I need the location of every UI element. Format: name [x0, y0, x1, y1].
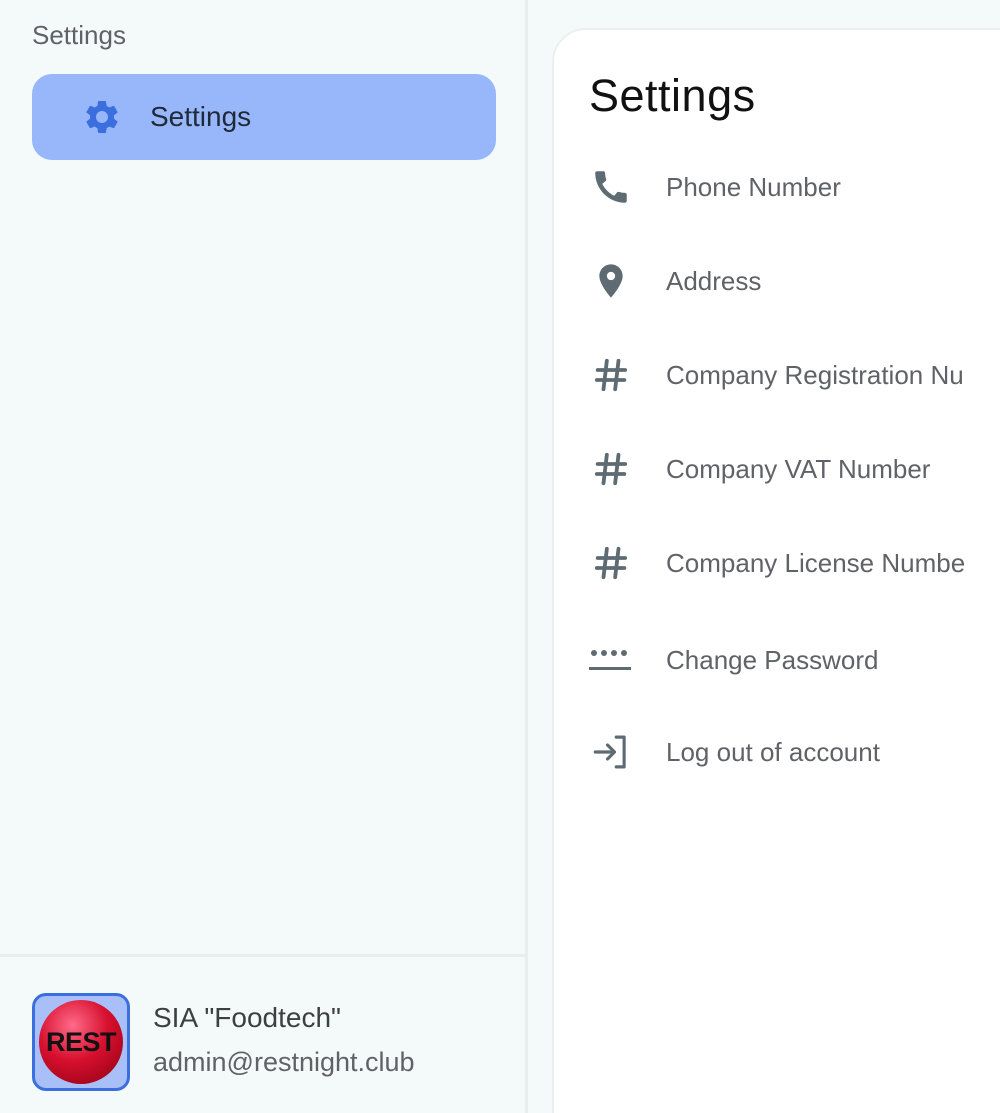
sidebar-heading: Settings	[32, 20, 126, 50]
hash-icon	[589, 353, 633, 397]
location-pin-icon	[589, 259, 633, 303]
gear-icon	[82, 97, 122, 137]
phone-icon	[589, 165, 633, 209]
settings-row-label: Company Registration Nu	[666, 359, 964, 390]
settings-row-logout[interactable]: Log out of account	[589, 722, 1000, 782]
settings-row-label: Log out of account	[666, 736, 880, 767]
settings-panel: Settings Phone Number Address Company Re…	[552, 28, 1000, 1113]
app: Settings Settings REST SIA "Foodtech" ad…	[0, 0, 1000, 1113]
account-email: admin@restnight.club	[153, 1047, 415, 1077]
settings-row-phone-number[interactable]: Phone Number	[589, 157, 1000, 217]
settings-row-label: Change Password	[666, 644, 879, 675]
settings-row-registration-number[interactable]: Company Registration Nu	[589, 345, 1000, 405]
avatar[interactable]: REST	[32, 993, 130, 1091]
organization-name: SIA "Foodtech"	[153, 1002, 341, 1033]
settings-row-label: Address	[666, 265, 762, 296]
settings-row-vat-number[interactable]: Company VAT Number	[589, 439, 1000, 499]
settings-row-change-password[interactable]: Change Password	[589, 630, 1000, 690]
settings-row-license-number[interactable]: Company License Numbe	[589, 533, 1000, 593]
sidebar-item-settings[interactable]: Settings	[32, 74, 496, 160]
sidebar: Settings Settings REST SIA "Foodtech" ad…	[0, 0, 528, 1113]
settings-row-label: Phone Number	[666, 171, 841, 202]
settings-row-label: Company License Numbe	[666, 547, 966, 578]
password-icon	[589, 638, 633, 682]
hash-icon	[589, 541, 633, 585]
settings-row-address[interactable]: Address	[589, 251, 1000, 311]
logout-icon	[589, 730, 633, 774]
avatar-logo: REST	[39, 1000, 123, 1084]
settings-row-label: Company VAT Number	[666, 453, 931, 484]
sidebar-item-label: Settings	[150, 101, 252, 132]
page-title: Settings	[589, 70, 756, 121]
hash-icon	[589, 447, 633, 491]
